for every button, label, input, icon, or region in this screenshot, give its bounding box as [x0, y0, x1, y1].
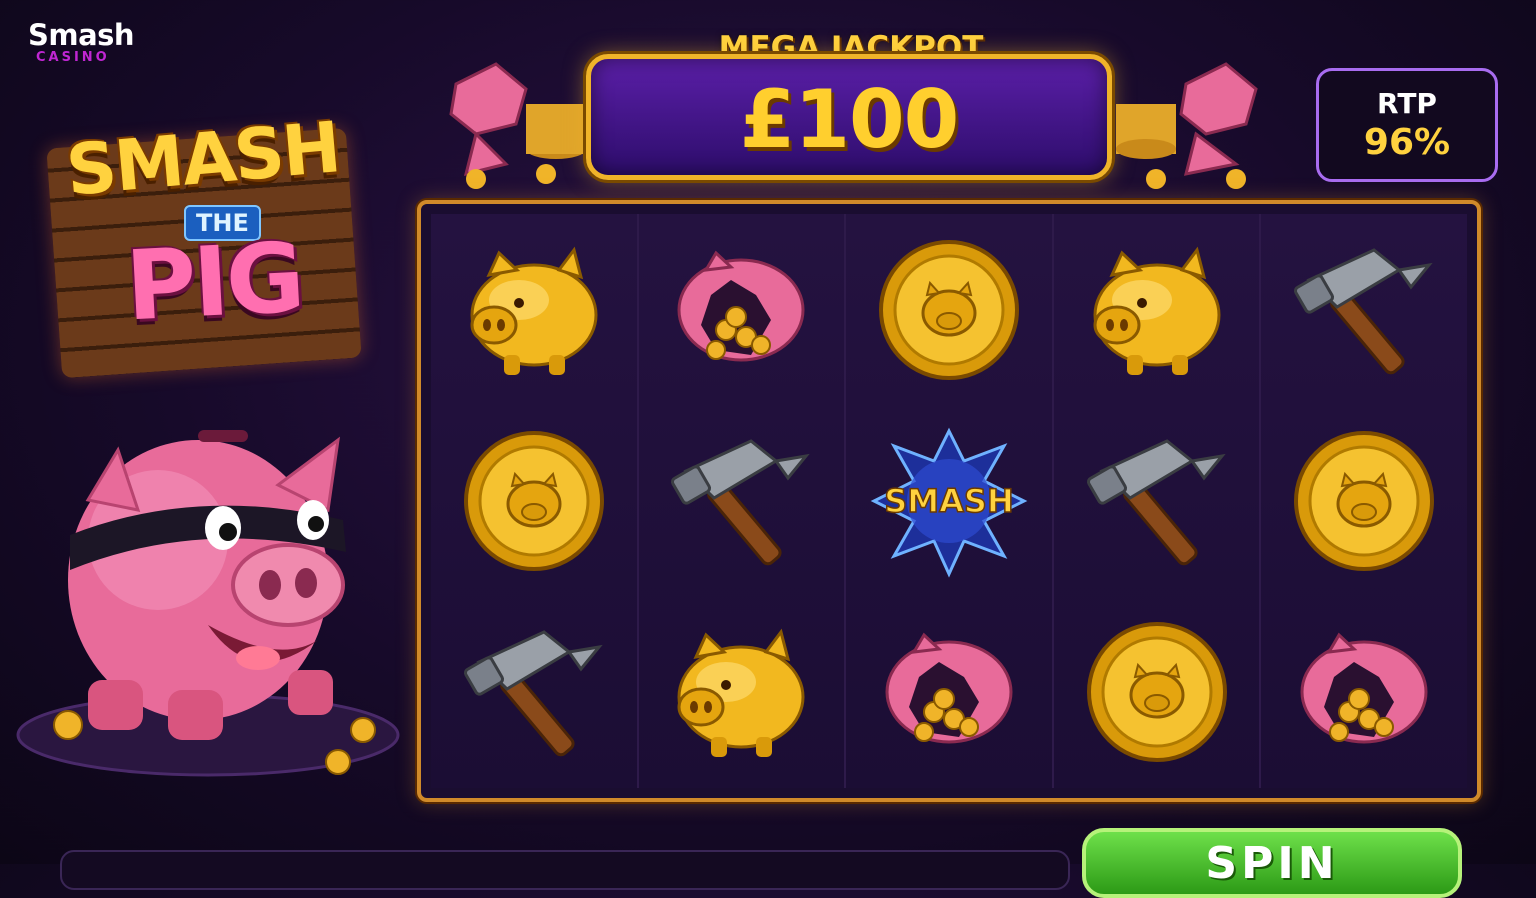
hammer-icon: [463, 630, 603, 757]
reel-cell: [431, 405, 637, 596]
reel-cell: [431, 597, 637, 788]
hammer-icon: [1086, 439, 1226, 566]
reel-3: SMASH: [846, 214, 1054, 788]
jackpot-panel: £100: [586, 54, 1112, 180]
broken-pig-icon: [677, 250, 805, 362]
reel-cell: SMASH: [846, 405, 1052, 596]
bottom-control-bar: [60, 850, 1070, 890]
reel-cell: [1261, 597, 1467, 788]
reel-cell: [1054, 405, 1260, 596]
gold-pig-icon: [677, 628, 805, 758]
broken-pig-coins-decoration-icon: [1116, 62, 1258, 189]
gold-coin-icon: [1294, 430, 1435, 571]
reel-grid: SMASH: [417, 200, 1481, 802]
reel-cell: [639, 597, 845, 788]
jackpot-display: MEGA JACKPOT £100: [436, 30, 1266, 190]
smash-icon: SMASH: [870, 427, 1028, 578]
reel-1: [431, 214, 639, 788]
logo-title-pig: PIG: [123, 221, 305, 343]
masked-pig-mascot: [16, 430, 400, 777]
gold-coin-icon: [463, 430, 604, 571]
broken-pig-coins-decoration-icon: [449, 62, 586, 189]
gold-coin-icon: [1086, 622, 1227, 763]
reel-cell: [1054, 597, 1260, 788]
brand-name: Smash: [28, 18, 135, 52]
broken-pig-icon: [885, 632, 1013, 744]
reel-cell: [639, 214, 845, 405]
reel-cell: [1054, 214, 1260, 405]
reel-4: [1053, 214, 1262, 788]
brand-subtitle: CASINO: [36, 50, 110, 65]
spin-button[interactable]: SPIN: [1082, 828, 1462, 898]
jackpot-amount: £100: [739, 73, 960, 166]
brand-logo: Smash CASINO: [28, 18, 135, 65]
reel-cell: [846, 597, 1052, 788]
gold-coin-icon: [878, 239, 1019, 380]
reel-cell: [639, 405, 845, 596]
reel-cell: [846, 214, 1052, 405]
reel-cell: [431, 214, 637, 405]
gold-pig-icon: [470, 246, 598, 375]
reel-cell: [1261, 214, 1467, 405]
reel-cell: [1261, 405, 1467, 596]
game-logo: SMASH THE PIG: [36, 98, 381, 379]
svg-text:SMASH: SMASH: [884, 482, 1013, 520]
reel-5: [1261, 214, 1467, 788]
rtp-value: 96%: [1363, 122, 1451, 163]
hammer-icon: [671, 439, 811, 566]
rtp-label: RTP: [1377, 87, 1437, 120]
reel-2: [638, 214, 847, 788]
broken-pig-icon: [1300, 632, 1428, 744]
gold-pig-icon: [1093, 246, 1221, 375]
rtp-badge: RTP 96%: [1316, 68, 1498, 182]
hammer-icon: [1294, 247, 1433, 374]
